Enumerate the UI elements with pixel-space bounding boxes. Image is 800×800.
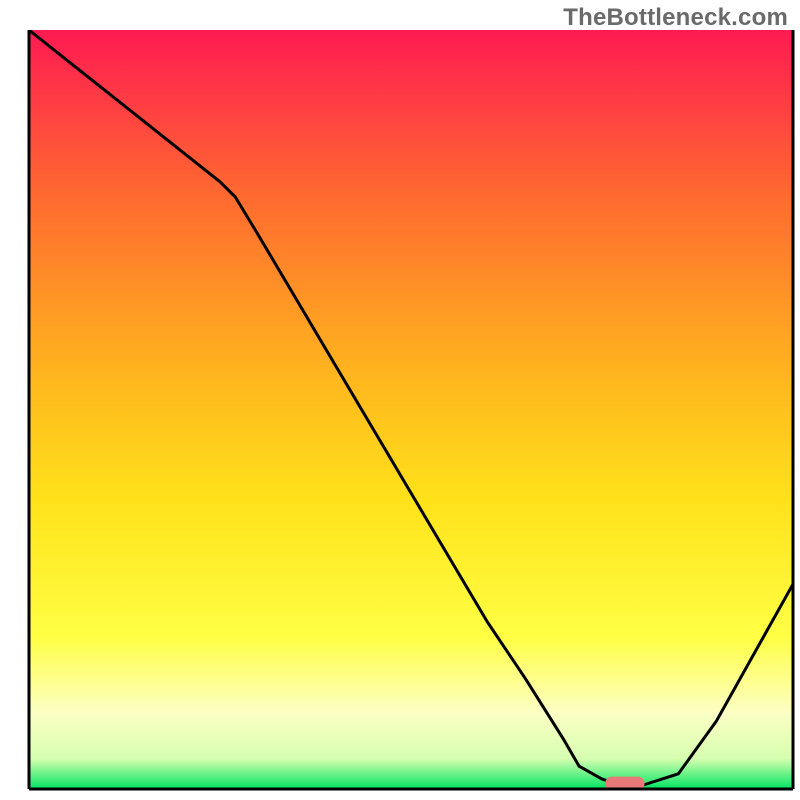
- chart-container: TheBottleneck.com: [0, 0, 800, 800]
- bottleneck-chart: [0, 0, 800, 800]
- gradient-background: [29, 30, 793, 789]
- watermark-text: TheBottleneck.com: [563, 4, 788, 32]
- plot-area: [29, 30, 793, 790]
